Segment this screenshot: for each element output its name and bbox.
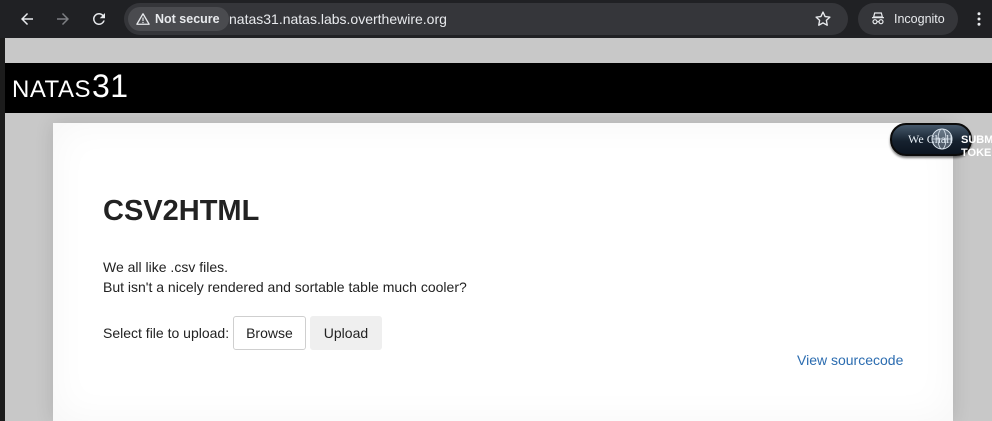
browser-toolbar: Not secure natas31.natas.labs.overthewir… [0, 0, 992, 38]
more-vert-icon [977, 12, 981, 26]
back-button[interactable] [17, 9, 37, 29]
description-line-1: We all like .csv files. [103, 259, 228, 275]
upload-button[interactable]: Upload [309, 316, 383, 350]
url-text[interactable]: natas31.natas.labs.overthewire.org [229, 11, 447, 27]
description-line-2: But isn't a nicely rendered and sortable… [103, 279, 467, 295]
site-title: NATAS 31 [12, 68, 129, 105]
incognito-icon [872, 12, 884, 25]
site-header: NATAS 31 [5, 63, 992, 113]
upload-form: Select file to upload: Browse Upload [103, 316, 383, 350]
wechall-badge[interactable]: We Chall [890, 123, 972, 156]
forward-button[interactable] [53, 9, 73, 29]
submit-token-link[interactable]: SUBM TOKE [961, 134, 992, 160]
globe-icon [931, 128, 953, 150]
arrow-left-icon [21, 13, 33, 25]
warning-icon [136, 13, 150, 25]
security-label: Not secure [155, 12, 220, 26]
profile-label: Incognito [894, 12, 945, 26]
reload-icon [92, 12, 105, 25]
page-viewport: NATAS 31 CSV2HTML We all like .csv files.… [0, 38, 992, 421]
submit-token-line-2: TOKE [961, 147, 992, 159]
upload-label: Select file to upload: [103, 325, 230, 341]
incognito-profile-button[interactable]: Incognito [858, 3, 958, 35]
submit-token-line-1: SUBM [961, 134, 992, 146]
content-card: CSV2HTML We all like .csv files. But isn… [53, 123, 953, 421]
browse-button[interactable]: Browse [233, 316, 306, 350]
arrow-right-icon [57, 13, 69, 25]
address-bar[interactable]: Not secure natas31.natas.labs.overthewir… [124, 3, 848, 35]
bookmark-star-icon[interactable] [814, 10, 832, 28]
browser-menu-button[interactable] [969, 9, 989, 29]
view-sourcecode-link[interactable]: View sourcecode [797, 352, 903, 368]
site-title-number: 31 [91, 68, 129, 104]
security-chip[interactable]: Not secure [128, 7, 229, 31]
page-heading: CSV2HTML [103, 195, 260, 227]
site-title-prefix: NATAS [12, 76, 91, 103]
reload-button[interactable] [89, 9, 109, 29]
